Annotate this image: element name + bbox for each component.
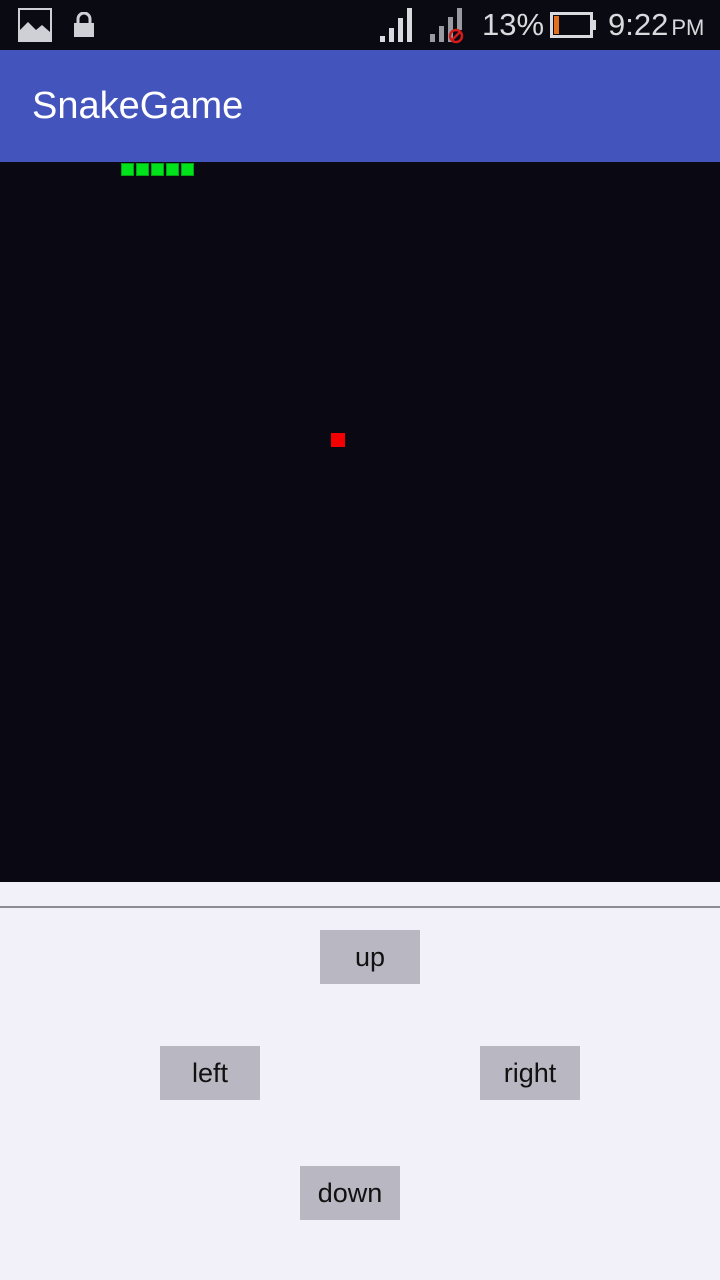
food-pellet	[331, 433, 345, 447]
app-title: SnakeGame	[32, 85, 244, 127]
battery-percent: 13%	[482, 7, 545, 42]
right-button[interactable]: right	[480, 1046, 580, 1100]
cell-signal-no-service-icon	[430, 8, 464, 44]
clock-time: 9:22	[608, 7, 669, 42]
up-button[interactable]: up	[320, 930, 420, 984]
cell-signal-icon	[380, 8, 412, 42]
status-bar: 13% 9:22 PM	[0, 0, 720, 50]
left-button[interactable]: left	[160, 1046, 260, 1100]
snake-segment	[166, 163, 179, 176]
divider	[0, 906, 720, 908]
lock-icon	[74, 12, 94, 37]
battery-low-icon	[550, 12, 596, 38]
game-board[interactable]	[0, 162, 720, 882]
snake-segment	[121, 163, 134, 176]
clock-ampm: PM	[671, 15, 705, 40]
snake-segment	[181, 163, 194, 176]
controls-area: up left right down	[0, 882, 720, 1280]
gallery-icon	[18, 8, 52, 42]
app-bar: SnakeGame	[0, 50, 720, 162]
down-button[interactable]: down	[300, 1166, 400, 1220]
battery-fill	[554, 16, 559, 34]
snake-segment	[136, 163, 149, 176]
snake-segment	[151, 163, 164, 176]
clock: 9:22 PM	[608, 6, 704, 44]
